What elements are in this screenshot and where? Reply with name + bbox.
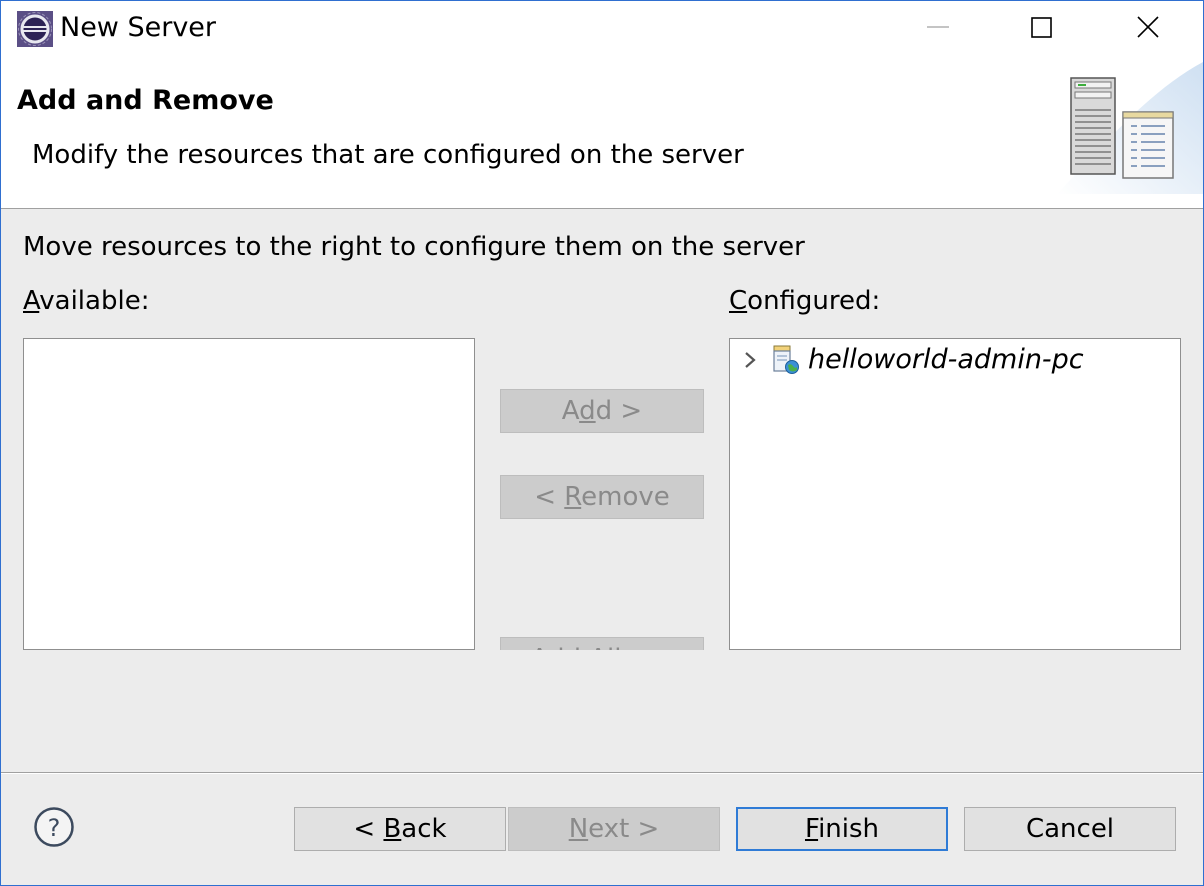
title-bar: New Server (1, 1, 1203, 56)
page-heading: Add and Remove (17, 85, 274, 116)
finish-button-post: inish (818, 814, 880, 844)
next-button[interactable]: Next > (508, 807, 720, 851)
minimize-button[interactable] (903, 1, 973, 56)
configured-label: Configured: (729, 284, 880, 318)
window-title: New Server (60, 12, 217, 43)
tree-item-helloworld[interactable]: helloworld-admin-pc (730, 339, 1180, 381)
page-description: Modify the resources that are configured… (32, 140, 744, 170)
close-icon (1137, 16, 1159, 38)
add-all-button[interactable]: Add All >> (500, 637, 704, 650)
add-button-mnemonic: d (579, 396, 596, 426)
available-label-text: vailable: (39, 286, 150, 316)
add-all-button-clip: Add All >> (500, 637, 704, 650)
maximize-icon (1031, 17, 1052, 38)
svg-text:?: ? (48, 814, 61, 842)
remove-button-post: emove (581, 482, 670, 512)
remove-button-mnemonic: R (564, 482, 582, 512)
new-server-dialog: New Server Add and Remove Modify the res… (0, 0, 1204, 886)
minimize-icon (927, 26, 949, 28)
back-button-pre: < (353, 814, 384, 844)
back-button-post: ack (401, 814, 447, 844)
available-label: Available: (23, 284, 149, 318)
add-button-pre: A (561, 396, 580, 426)
add-button[interactable]: Add > (500, 389, 704, 433)
configured-label-text: onfigured: (747, 286, 881, 316)
finish-button[interactable]: Finish (736, 807, 948, 851)
back-button-mnemonic: B (383, 814, 402, 844)
tree-item-label: helloworld-admin-pc (808, 344, 1084, 375)
remove-button[interactable]: < Remove (500, 475, 704, 519)
server-icon (1057, 62, 1203, 194)
configured-label-mnemonic: C (729, 286, 748, 316)
web-module-icon (773, 345, 799, 374)
add-button-post: d > (595, 396, 643, 426)
instruction-text: Move resources to the right to configure… (23, 232, 805, 262)
available-resources-list[interactable] (23, 338, 475, 650)
next-button-mnemonic: N (568, 814, 589, 844)
back-button[interactable]: < Back (294, 807, 506, 851)
wizard-header: Add and Remove Modify the resources that… (1, 56, 1203, 209)
available-label-mnemonic: A (23, 286, 40, 316)
eclipse-app-icon (17, 11, 53, 47)
footer-separator (1, 772, 1203, 774)
close-button[interactable] (1113, 1, 1183, 56)
configured-resources-list[interactable]: helloworld-admin-pc (729, 338, 1181, 650)
next-button-post: ext > (588, 814, 660, 844)
remove-button-pre: < (534, 482, 565, 512)
help-icon[interactable]: ? (33, 806, 75, 848)
cancel-button[interactable]: Cancel (964, 807, 1176, 851)
chevron-right-icon[interactable] (740, 349, 760, 371)
finish-button-mnemonic: F (804, 814, 819, 844)
maximize-button[interactable] (1007, 1, 1077, 56)
